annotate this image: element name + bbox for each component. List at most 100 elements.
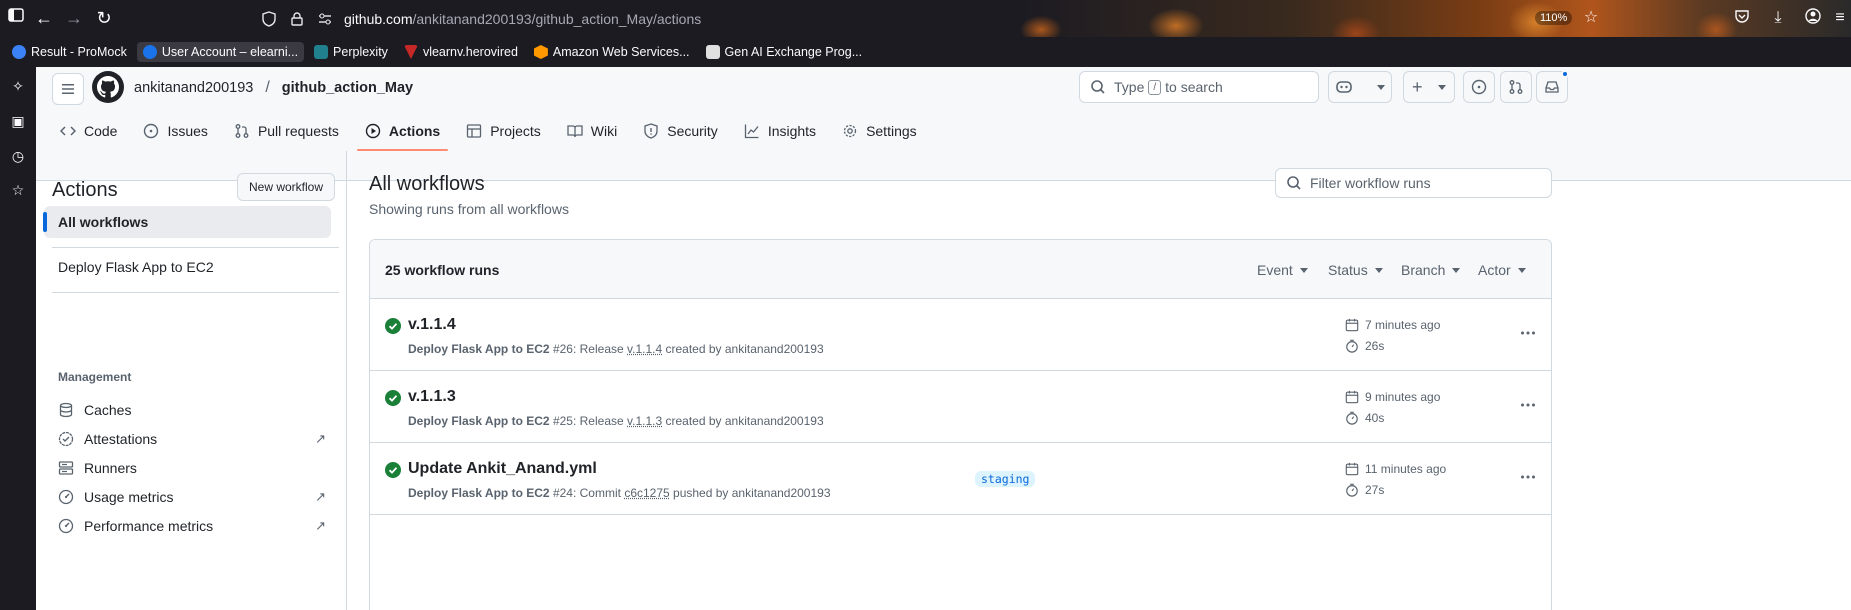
bookmark-label: Gen AI Exchange Prog...	[724, 45, 863, 59]
run-number: #24	[552, 486, 573, 500]
run-title[interactable]: Update Ankit_Anand.yml	[408, 460, 597, 478]
star-icon[interactable]: ☆	[1581, 8, 1601, 28]
downloads-icon[interactable]: ⤓	[1768, 8, 1788, 28]
branch-filter[interactable]: Branch	[1401, 262, 1461, 278]
bookmarks-icon[interactable]: ☆	[9, 181, 27, 199]
inbox-button[interactable]	[1536, 70, 1569, 103]
search-suffix: to search	[1165, 79, 1223, 95]
bookmark-item[interactable]: Amazon Web Services...	[528, 42, 696, 62]
run-menu-button[interactable]	[1518, 395, 1538, 415]
sidebar-item-runners[interactable]: Runners	[52, 453, 332, 483]
filter-label: Event	[1257, 262, 1293, 278]
calendar-icon	[1345, 462, 1359, 476]
github-logo-icon[interactable]	[92, 71, 124, 103]
run-ref-link[interactable]: c6c1275	[624, 486, 669, 500]
tab-wiki[interactable]: Wiki	[559, 113, 625, 149]
sidebar-item-caches[interactable]: Caches	[52, 395, 332, 425]
back-icon[interactable]: ←	[32, 6, 56, 30]
filter-placeholder: Filter workflow runs	[1310, 175, 1431, 191]
run-ref-link[interactable]: v.1.1.3	[627, 414, 662, 428]
bookmark-label: vlearnv.herovired	[422, 45, 518, 59]
ai-chat-icon[interactable]: ✧	[9, 77, 27, 95]
run-ref-link[interactable]: v.1.1.4	[627, 342, 662, 356]
tab-label: Actions	[388, 123, 441, 139]
plus-icon: +	[1412, 77, 1423, 97]
sidebar-item-usage-metrics[interactable]: Usage metrics ↗	[52, 482, 332, 512]
tab-settings[interactable]: Settings	[834, 113, 925, 149]
repo-name-link[interactable]: github_action_May	[282, 80, 413, 96]
tab-label: Pull requests	[257, 123, 339, 139]
account-icon[interactable]	[1803, 8, 1823, 28]
create-new-button[interactable]: +	[1403, 71, 1455, 103]
filter-runs-input[interactable]: Filter workflow runs	[1275, 168, 1552, 198]
chevron-down-icon	[1517, 267, 1526, 273]
new-workflow-button[interactable]: New workflow	[237, 173, 336, 201]
search-input[interactable]: Type / to search	[1079, 71, 1319, 103]
workflow-run-row[interactable]: Update Ankit_Anand.yml Deploy Flask App …	[370, 443, 1551, 515]
repo-owner-link[interactable]: ankitanand200193	[134, 80, 253, 96]
run-when: 7 minutes ago	[1365, 318, 1441, 332]
copilot-button[interactable]	[1328, 71, 1392, 103]
tab-code[interactable]: Code	[52, 113, 125, 149]
tab-issues[interactable]: Issues	[135, 113, 215, 149]
table-icon	[466, 123, 482, 139]
bookmark-item[interactable]: Perplexity	[308, 42, 394, 62]
tab-label: Insights	[767, 123, 817, 139]
lock-icon[interactable]	[288, 10, 306, 28]
status-filter[interactable]: Status	[1328, 262, 1383, 278]
actor-filter[interactable]: Actor	[1478, 262, 1526, 278]
site-settings-icon[interactable]	[316, 10, 334, 28]
issues-button[interactable]	[1463, 71, 1495, 103]
bookmark-favicon-icon	[533, 45, 548, 59]
kebab-horizontal-icon	[1521, 403, 1535, 407]
menu-button[interactable]	[52, 73, 84, 105]
bookmark-favicon-icon	[314, 45, 329, 59]
tab-actions[interactable]: Actions	[356, 113, 449, 151]
external-link-icon: ↗	[315, 431, 326, 446]
shield-icon[interactable]	[260, 10, 278, 28]
menu-icon[interactable]: ≡	[1830, 8, 1850, 28]
run-title[interactable]: v.1.1.4	[408, 316, 456, 334]
tab-insights[interactable]: Insights	[736, 113, 824, 149]
forward-icon[interactable]: →	[62, 6, 86, 30]
workflow-run-row[interactable]: v.1.1.3 Deploy Flask App to EC2 #25: Rel…	[370, 371, 1551, 443]
verified-icon	[58, 431, 74, 447]
reload-icon[interactable]: ↻	[92, 6, 116, 30]
tab-pull-requests[interactable]: Pull requests	[226, 113, 347, 149]
tab-security[interactable]: Security	[635, 113, 726, 149]
branch-label[interactable]: staging	[975, 471, 1036, 487]
bookmark-item[interactable]: Result - ProMock	[6, 42, 133, 62]
sidebar-item-workflow[interactable]: Deploy Flask App to EC2	[44, 251, 331, 283]
bookmark-favicon-icon	[12, 45, 26, 59]
sidebar-toggle-icon[interactable]	[4, 6, 28, 30]
sidebar-title: Actions	[52, 179, 118, 201]
sidebar-item-attestations[interactable]: Attestations ↗	[52, 424, 332, 454]
browser-sidebar: ✧ ▣ ◷ ☆	[0, 67, 36, 610]
filter-label: Branch	[1401, 262, 1446, 278]
pull-requests-button[interactable]	[1500, 71, 1532, 103]
run-meta: Deploy Flask App to EC2 #26: Release v.1…	[408, 342, 824, 356]
bookmark-item[interactable]: Gen AI Exchange Prog...	[700, 42, 869, 62]
history-icon[interactable]: ◷	[9, 147, 27, 165]
run-menu-button[interactable]	[1518, 323, 1538, 343]
zoom-level[interactable]: 110%	[1535, 11, 1573, 25]
address-bar[interactable]: github.com/ankitanand200193/github_actio…	[260, 3, 1410, 34]
bookmark-item[interactable]: vlearnv.herovired	[398, 42, 524, 62]
run-menu-button[interactable]	[1518, 467, 1538, 487]
run-meta: Deploy Flask App to EC2 #25: Release v.1…	[408, 414, 824, 428]
sidebar-item-label: Deploy Flask App to EC2	[58, 259, 214, 275]
sidebar-item-performance-metrics[interactable]: Performance metrics ↗	[52, 511, 332, 541]
run-title[interactable]: v.1.1.3	[408, 388, 456, 406]
gear-icon	[842, 123, 858, 139]
bookmark-item[interactable]: User Account – elearni...	[136, 42, 305, 62]
sidebar-item-label: Runners	[84, 460, 137, 476]
synced-tabs-icon[interactable]: ▣	[9, 112, 27, 130]
pocket-icon[interactable]	[1732, 8, 1752, 28]
play-icon	[365, 123, 381, 139]
run-duration: 40s	[1345, 411, 1384, 425]
bookmark-favicon-icon	[403, 45, 418, 59]
workflow-run-row[interactable]: v.1.1.4 Deploy Flask App to EC2 #26: Rel…	[370, 299, 1551, 371]
sidebar-item-all-workflows[interactable]: All workflows	[43, 206, 331, 238]
tab-projects[interactable]: Projects	[458, 113, 549, 149]
event-filter[interactable]: Event	[1257, 262, 1308, 278]
